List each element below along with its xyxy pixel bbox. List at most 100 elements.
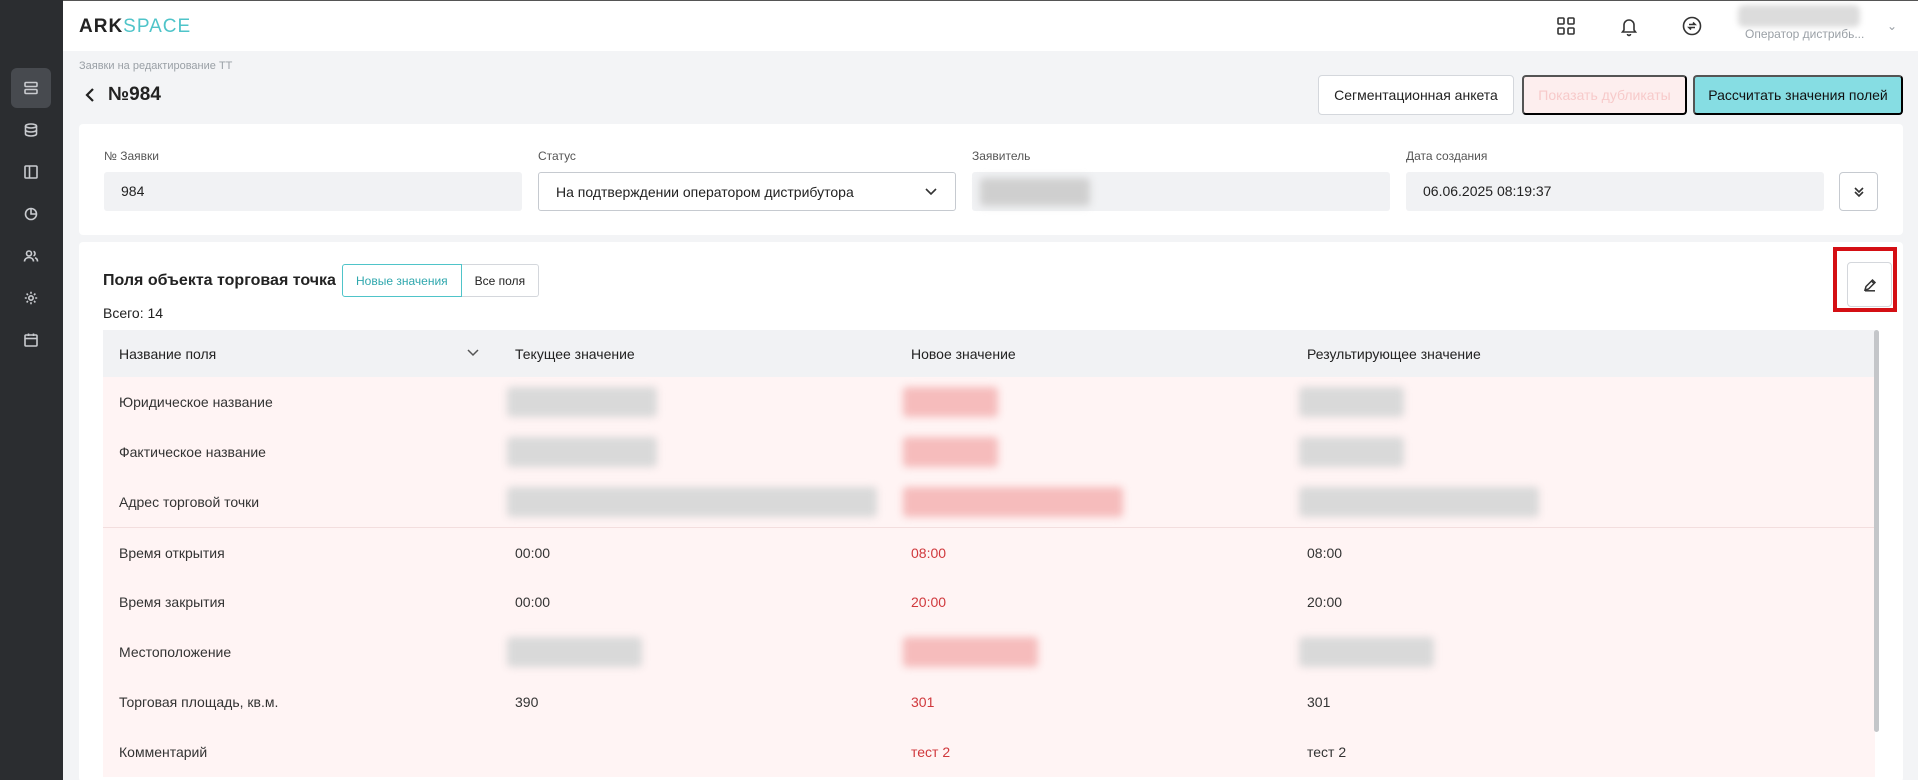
created-date-label: Дата создания bbox=[1406, 149, 1488, 163]
new-value bbox=[895, 427, 1291, 477]
new-value: 301 bbox=[911, 694, 935, 710]
nav-database[interactable] bbox=[11, 110, 51, 150]
segmentation-form-button[interactable]: Сегментационная анкета bbox=[1318, 75, 1514, 115]
top-bar: ARKSPACE Оператор дистрибь... ⌄ bbox=[63, 0, 1918, 51]
current-value: 00:00 bbox=[515, 594, 551, 610]
status-select[interactable]: На подтверждении оператором дистрибутора bbox=[538, 172, 956, 211]
logo-primary: ARK bbox=[79, 16, 124, 37]
redacted-value bbox=[1299, 437, 1404, 467]
column-header-field-name[interactable]: Название поля bbox=[103, 330, 499, 377]
table-row[interactable]: Фактическое название bbox=[103, 427, 1875, 477]
result-value: 08:00 bbox=[1307, 544, 1343, 561]
field-name: Время закрытия bbox=[119, 594, 225, 610]
field-name: Юридическое название bbox=[119, 394, 273, 410]
object-fields-card: Поля объекта торговая точка Новые значен… bbox=[79, 242, 1903, 780]
table-header: Название поля Текущее значение Новое зна… bbox=[103, 330, 1875, 377]
column-header-current: Текущее значение bbox=[515, 345, 635, 362]
apps-button[interactable] bbox=[1553, 13, 1579, 39]
page-title: №984 bbox=[108, 84, 161, 105]
result-value: 301 bbox=[1307, 694, 1331, 710]
applicant-redacted bbox=[980, 178, 1090, 206]
table-row[interactable]: Время закрытия 00:00 20:00 20:00 bbox=[103, 577, 1875, 627]
table-row[interactable]: Комментарий тест 2 тест 2 bbox=[103, 727, 1875, 777]
nav-requests[interactable] bbox=[11, 68, 51, 108]
new-value: 08:00 bbox=[911, 544, 947, 561]
section-title: Поля объекта торговая точка bbox=[103, 272, 336, 289]
field-name: Торговая площадь, кв.м. bbox=[119, 694, 279, 710]
double-chevron-down-icon bbox=[1853, 186, 1864, 197]
pencil-icon bbox=[1863, 278, 1876, 292]
expand-details-button[interactable] bbox=[1839, 172, 1878, 211]
redacted-value bbox=[903, 637, 1038, 667]
nav-layout[interactable] bbox=[11, 152, 51, 192]
new-value: 20:00 bbox=[911, 594, 947, 610]
request-number-field: 984 bbox=[104, 172, 522, 211]
redacted-value bbox=[903, 387, 998, 417]
nav-users[interactable] bbox=[11, 236, 51, 276]
chevron-down-icon bbox=[925, 187, 937, 195]
back-arrow-icon[interactable] bbox=[84, 86, 98, 104]
status-label: Статус bbox=[538, 149, 576, 163]
request-number-label: № Заявки bbox=[104, 149, 159, 163]
applicant-label: Заявитель bbox=[972, 149, 1031, 163]
apps-grid-icon bbox=[1557, 17, 1575, 35]
field-name: Время открытия bbox=[119, 544, 225, 561]
table-row[interactable]: Время открытия 00:00 08:00 08:00 bbox=[103, 527, 1875, 577]
notifications-button[interactable] bbox=[1616, 13, 1642, 39]
table-row[interactable]: Торговая площадь, кв.м. 390 301 301 bbox=[103, 677, 1875, 727]
edit-button[interactable] bbox=[1847, 262, 1892, 307]
new-value bbox=[895, 477, 1291, 527]
nav-calendar[interactable] bbox=[11, 320, 51, 360]
current-value bbox=[499, 477, 895, 527]
result-value: 20:00 bbox=[1307, 594, 1343, 610]
redacted-value bbox=[1299, 387, 1404, 417]
current-value bbox=[499, 627, 895, 677]
view-toggle: Новые значения Все поля bbox=[342, 264, 540, 297]
redacted-value bbox=[1299, 637, 1434, 667]
requests-icon bbox=[24, 81, 38, 95]
redacted-value bbox=[507, 487, 877, 517]
table-row[interactable]: Адрес торговой точки bbox=[103, 477, 1875, 527]
new-value: тест 2 bbox=[911, 744, 951, 760]
user-name-redacted[interactable] bbox=[1738, 5, 1860, 27]
show-duplicates-button: Показать дубликаты bbox=[1522, 75, 1687, 115]
users-icon bbox=[23, 250, 39, 262]
result-value bbox=[1291, 377, 1875, 427]
logo-secondary: SPACE bbox=[123, 16, 192, 37]
table-row[interactable]: Юридическое название bbox=[103, 377, 1875, 427]
current-value: 390 bbox=[515, 694, 539, 710]
bell-icon bbox=[1620, 19, 1638, 37]
left-nav-rail bbox=[0, 0, 63, 780]
field-name: Фактическое название bbox=[119, 444, 266, 460]
result-value bbox=[1291, 427, 1875, 477]
app-logo[interactable]: ARKSPACE bbox=[79, 16, 191, 38]
database-icon bbox=[24, 123, 38, 137]
redacted-value bbox=[507, 437, 657, 467]
breadcrumb[interactable]: Заявки на редактирование ТТ bbox=[79, 60, 232, 72]
field-name: Комментарий bbox=[119, 744, 208, 760]
column-header-label: Название поля bbox=[119, 345, 217, 362]
column-header-new: Новое значение bbox=[911, 345, 1016, 362]
pie-chart-icon bbox=[24, 207, 38, 221]
calculate-fields-button[interactable]: Рассчитать значения полей bbox=[1693, 75, 1903, 115]
toggle-new-values[interactable]: Новые значения bbox=[342, 264, 462, 297]
sync-button[interactable] bbox=[1679, 13, 1705, 39]
table-scrollbar[interactable] bbox=[1874, 330, 1879, 732]
field-name: Местоположение bbox=[119, 644, 232, 660]
nav-reports[interactable] bbox=[11, 194, 51, 234]
page-title-row: №984 bbox=[84, 84, 161, 106]
toggle-all-fields[interactable]: Все поля bbox=[461, 264, 540, 297]
column-header-result: Результирующее значение bbox=[1307, 345, 1481, 362]
table-row[interactable]: Местоположение bbox=[103, 627, 1875, 677]
redacted-value bbox=[507, 637, 642, 667]
user-role[interactable]: Оператор дистрибь... bbox=[1745, 27, 1864, 41]
field-name: Адрес торговой точки bbox=[119, 494, 260, 510]
table-body: Юридическое название Фактическое названи… bbox=[103, 377, 1875, 777]
applicant-field bbox=[972, 172, 1390, 211]
current-value bbox=[499, 377, 895, 427]
nav-settings[interactable] bbox=[11, 278, 51, 318]
chevron-down-icon[interactable]: ⌄ bbox=[1887, 19, 1897, 33]
sync-icon bbox=[1682, 16, 1702, 36]
fields-table: Название поля Текущее значение Новое зна… bbox=[103, 330, 1875, 777]
calendar-icon bbox=[24, 333, 38, 347]
